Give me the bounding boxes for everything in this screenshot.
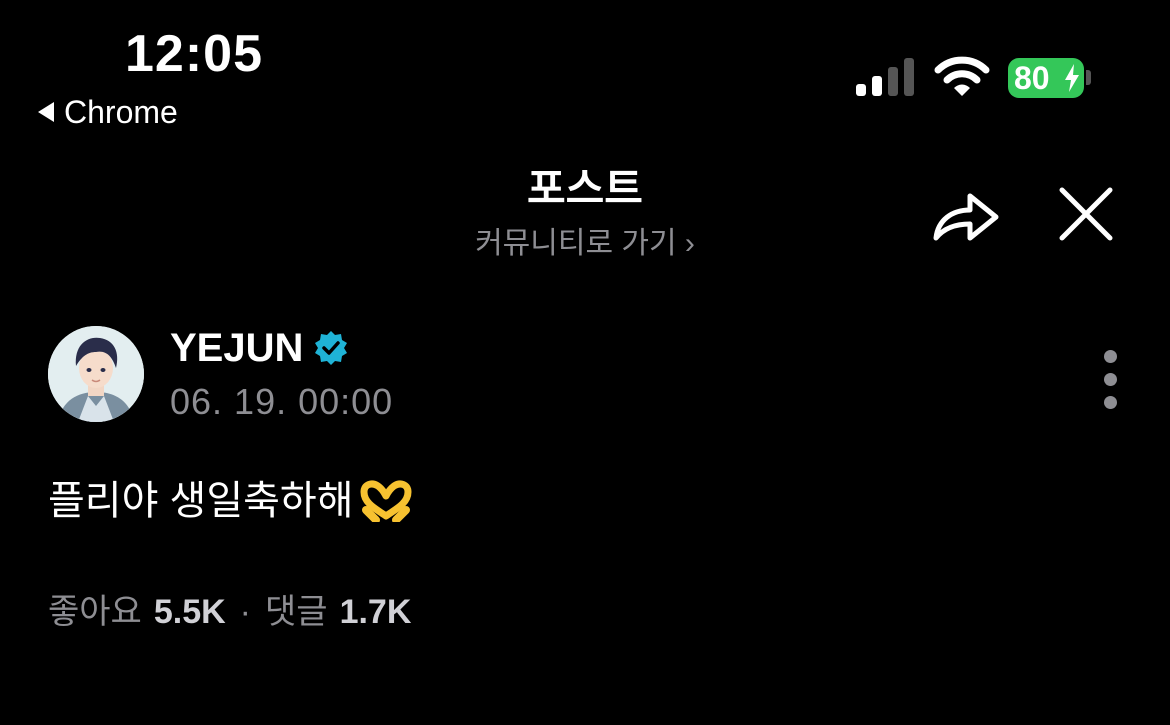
avatar[interactable] <box>48 326 144 422</box>
wifi-icon <box>934 56 990 96</box>
likes-count[interactable]: 5.5K <box>154 590 226 634</box>
comments-count[interactable]: 1.7K <box>340 590 412 634</box>
post-text: 플리야 생일축하해 <box>48 479 354 523</box>
avatar-illustration <box>48 326 144 422</box>
back-to-app-button[interactable]: Chrome <box>38 92 178 132</box>
charging-bolt-icon <box>1065 64 1079 92</box>
cellular-signal-icon <box>856 58 914 96</box>
back-app-label: Chrome <box>64 94 178 130</box>
battery-level: 80 <box>1014 59 1050 96</box>
comments-label: 댓글 <box>265 593 328 631</box>
heart-hands-emoji <box>360 480 412 522</box>
battery-indicator: 80 <box>1008 58 1084 98</box>
post-content: 플리야 생일축하해 <box>48 476 414 526</box>
share-icon[interactable] <box>930 186 1002 246</box>
close-icon[interactable] <box>1058 186 1114 242</box>
status-time: 12:05 <box>125 25 263 83</box>
verified-badge-icon <box>315 331 348 365</box>
post-stats: 좋아요 5.5K · 댓글 1.7K <box>48 590 411 634</box>
more-options-icon[interactable] <box>1090 350 1130 410</box>
back-triangle-icon <box>38 102 54 122</box>
author-name-row[interactable]: YEJUN <box>170 324 349 372</box>
stats-separator: · <box>239 593 251 631</box>
likes-label: 좋아요 <box>48 593 142 631</box>
author-name: YEJUN <box>170 326 304 370</box>
battery-tip <box>1086 70 1091 85</box>
post-timestamp: 06. 19. 00:00 <box>170 381 394 422</box>
